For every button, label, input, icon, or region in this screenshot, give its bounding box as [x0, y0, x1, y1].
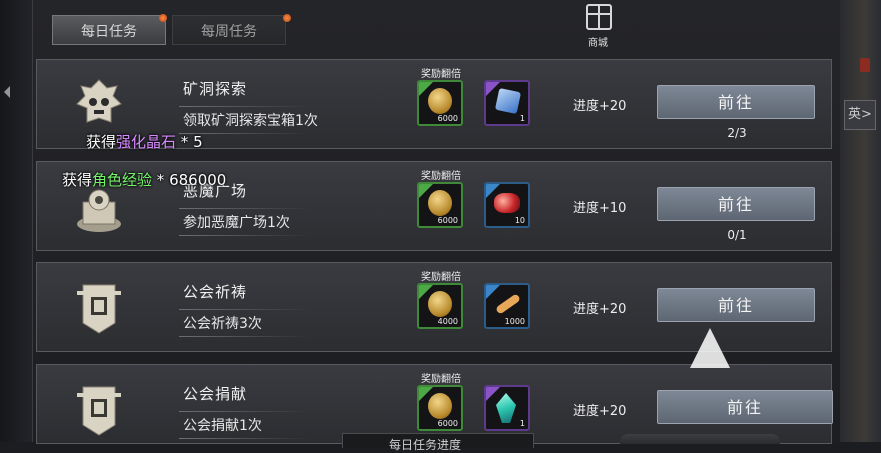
tab-daily-tasks[interactable]: 每日任务 — [52, 15, 166, 45]
tab-weekly-red-dot — [283, 14, 291, 22]
go-button[interactable]: 前往 — [657, 85, 815, 119]
reward-count: 1 — [519, 114, 525, 123]
reward-count: 6000 — [437, 114, 458, 123]
task-count: 0/1 — [727, 228, 747, 242]
task-desc: 公会捐献1次 — [183, 418, 262, 434]
double-reward-label: 奖励翻倍 — [421, 374, 461, 385]
shop-label: 商城 — [588, 38, 608, 49]
collapse-arrow-icon[interactable] — [4, 86, 10, 98]
reward-count: 4000 — [437, 317, 458, 326]
notification-amount: * 686000 — [152, 171, 227, 189]
task-desc: 参加恶魔广场1次 — [183, 215, 290, 231]
notification-prefix: 获得 — [62, 171, 93, 189]
bottom-decoration — [620, 434, 780, 444]
task-title: 矿洞探索 — [183, 80, 248, 98]
go-button[interactable]: 前往 — [657, 187, 815, 221]
divider — [179, 106, 309, 107]
reward-slot[interactable]: 4000 — [417, 283, 463, 329]
guild-banner-icon — [77, 284, 121, 334]
divider — [179, 309, 309, 310]
reward-slot[interactable]: 6000 — [417, 80, 463, 126]
gift-box-icon — [586, 4, 612, 30]
shop-button[interactable]: 商城 — [578, 4, 618, 49]
divider — [179, 411, 309, 412]
item-name: 角色经验 — [92, 171, 153, 189]
right-edge-panel: 英> — [840, 0, 881, 442]
reward-notification: 获得角色经验 * 686000 — [62, 169, 226, 190]
notification-amount: * 5 — [176, 133, 203, 151]
left-edge-panel — [0, 0, 33, 442]
tab-weekly-tasks[interactable]: 每周任务 — [172, 15, 286, 45]
reward-slot[interactable]: 6000 — [417, 182, 463, 228]
reward-count: 1000 — [504, 317, 525, 326]
task-count: 2/3 — [727, 126, 747, 140]
task-desc: 公会祈祷3次 — [183, 316, 262, 332]
progress-gain: 进度+20 — [573, 99, 627, 114]
divider — [179, 208, 309, 209]
reward-slot[interactable]: 1 — [484, 385, 530, 431]
reward-count: 10 — [514, 216, 525, 225]
task-title: 公会捐献 — [183, 385, 248, 403]
task-desc: 领取矿洞探索宝箱1次 — [183, 113, 318, 129]
divider — [179, 336, 309, 337]
reward-notification: 获得强化晶石 * 5 — [86, 131, 203, 152]
daily-progress-label: 每日任务进度 — [389, 438, 462, 452]
side-tab[interactable]: 英> — [844, 100, 876, 130]
reward-slot[interactable]: 6000 — [417, 385, 463, 431]
daily-progress-bar: 每日任务进度 — [342, 433, 534, 452]
progress-gain: 进度+10 — [573, 201, 627, 216]
item-name: 强化晶石 — [116, 133, 177, 151]
reward-count: 6000 — [437, 419, 458, 428]
double-reward-label: 奖励翻倍 — [421, 171, 461, 182]
watermark-logo — [690, 328, 730, 368]
reward-slot[interactable]: 1000 — [484, 283, 530, 329]
notification-prefix: 获得 — [86, 133, 117, 151]
progress-gain: 进度+20 — [573, 302, 627, 317]
gold-coin-icon — [428, 393, 452, 419]
divider — [179, 438, 309, 439]
guild-banner-icon — [77, 386, 121, 436]
divider — [179, 235, 309, 236]
reward-slot[interactable]: 1 — [484, 80, 530, 126]
double-reward-label: 奖励翻倍 — [421, 272, 461, 283]
go-button[interactable]: 前往 — [657, 288, 815, 322]
bone-icon — [495, 293, 521, 315]
double-reward-label: 奖励翻倍 — [421, 69, 461, 80]
notification-flag-icon — [860, 58, 870, 72]
reward-count: 6000 — [437, 216, 458, 225]
gold-coin-icon — [428, 291, 452, 317]
tab-daily-red-dot — [159, 14, 167, 22]
skull-emblem-icon — [76, 79, 122, 123]
red-gem-icon — [494, 193, 520, 213]
progress-gain: 进度+20 — [573, 404, 627, 419]
gold-coin-icon — [428, 190, 452, 216]
reward-slot[interactable]: 10 — [484, 182, 530, 228]
blue-die-icon — [494, 87, 522, 115]
cyan-crystal-icon — [496, 393, 516, 423]
gold-coin-icon — [428, 88, 452, 114]
reward-count: 1 — [519, 419, 525, 428]
task-title: 公会祈祷 — [183, 283, 248, 301]
go-button[interactable]: 前往 — [657, 390, 833, 424]
